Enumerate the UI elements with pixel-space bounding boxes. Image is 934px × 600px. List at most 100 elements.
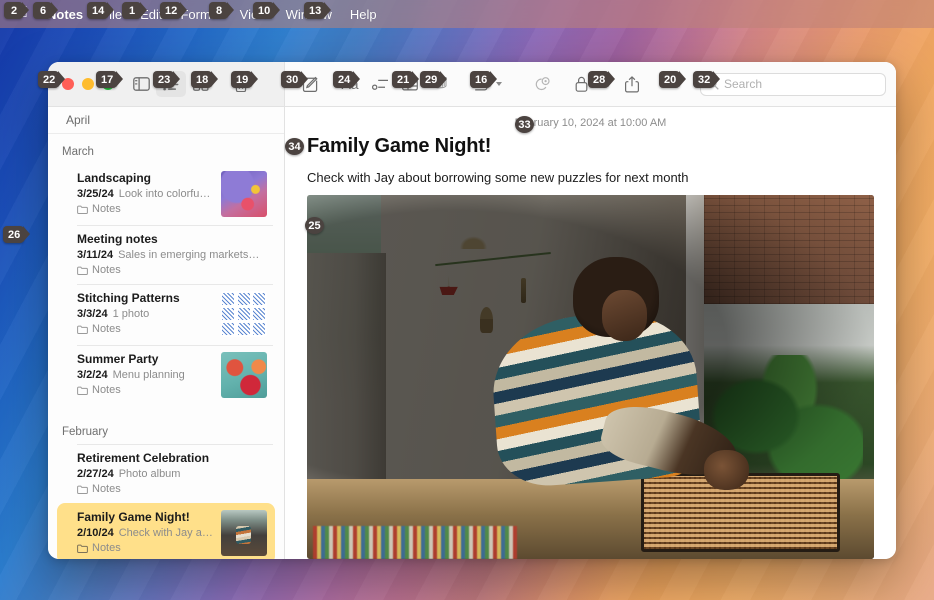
list-item[interactable]: Retirement Celebration 2/27/24 Photo albu… <box>57 444 275 503</box>
collaborate-button[interactable] <box>526 71 556 97</box>
badge-zoom-button: 17 <box>96 71 124 88</box>
note-folder-label: Notes <box>92 264 121 276</box>
note-title: Retirement Celebration <box>77 451 210 465</box>
note-folder: Notes <box>77 542 213 554</box>
note-text: Landscaping 3/25/24 Look into colorfu… No… <box>77 171 213 215</box>
badge-collaborate: 28 <box>588 71 616 88</box>
note-text: Retirement Celebration 2/27/24 Photo albu… <box>77 451 267 495</box>
note-folder: Notes <box>77 264 267 276</box>
note-meta: 3/3/24 1 photo <box>77 308 213 320</box>
share-note-button[interactable] <box>617 71 647 97</box>
note-date: 3/11/24 <box>77 249 114 261</box>
notes-window: Aa <box>48 62 896 559</box>
badge-note-date: 33 <box>515 116 534 133</box>
note-text: Summer Party 3/2/24 Menu planning Notes <box>77 352 213 396</box>
badge-window-region: 26 <box>3 226 31 243</box>
folder-icon <box>77 386 88 395</box>
note-meta: 3/25/24 Look into colorfu… <box>77 188 213 200</box>
note-text: Family Game Night! 2/10/24 Check with Jay… <box>77 510 213 554</box>
badge-menu-view: 8 <box>209 2 234 19</box>
note-preview: Menu planning <box>112 369 185 381</box>
badge-gallery-view: 18 <box>191 71 219 88</box>
folder-icon <box>77 544 88 553</box>
badge-delete: 19 <box>231 71 259 88</box>
menu-item-help[interactable]: Help <box>341 5 386 24</box>
note-meta: 2/27/24 Photo album <box>77 468 267 480</box>
badge-menu-notes: 6 <box>33 2 58 19</box>
list-item-selected[interactable]: Family Game Night! 2/10/24 Check with Jay… <box>57 503 275 559</box>
badge-format: 24 <box>333 71 361 88</box>
note-timestamp: February 10, 2024 at 10:00 AM <box>514 117 667 129</box>
badge-lock: 20 <box>659 71 687 88</box>
note-folder: Notes <box>77 203 213 215</box>
badge-table: 29 <box>420 71 448 88</box>
list-item[interactable]: Stitching Patterns 3/3/24 1 photo Notes <box>57 284 275 345</box>
note-thumbnail <box>221 510 267 556</box>
badge-note-title: 34 <box>285 138 304 155</box>
note-folder: Notes <box>77 384 213 396</box>
group-label-march: March <box>62 146 94 158</box>
folder-icon <box>77 205 88 214</box>
note-date: 3/3/24 <box>77 308 108 320</box>
note-editor[interactable]: February 10, 2024 at 10:00 AM Family Gam… <box>285 107 896 559</box>
badge-list-view: 23 <box>153 71 181 88</box>
note-preview: Sales in emerging markets… <box>118 249 260 261</box>
note-folder: Notes <box>77 323 213 335</box>
badge-menu-edit: 1 <box>122 2 147 19</box>
note-folder-label: Notes <box>92 203 121 215</box>
note-photo[interactable] <box>307 195 874 559</box>
badge-note-photo: 25 <box>305 217 324 234</box>
sidebar-toggle-button[interactable] <box>126 71 156 97</box>
note-thumbnail <box>221 291 267 337</box>
note-title: Meeting notes <box>77 232 158 246</box>
note-date: 3/25/24 <box>77 188 114 200</box>
desktop:  Notes File Edit Format View Window Hel… <box>0 0 934 600</box>
note-folder: Notes <box>77 483 267 495</box>
note-meta: 2/10/24 Check with Jay a… <box>77 527 213 539</box>
note-text: Stitching Patterns 3/3/24 1 photo Notes <box>77 291 213 335</box>
note-preview: Check with Jay a… <box>118 527 213 539</box>
note-meta: 3/11/24 Sales in emerging markets… <box>77 249 267 261</box>
search-field[interactable]: Search <box>700 72 886 96</box>
group-label-february: February <box>62 426 109 438</box>
note-text: Meeting notes 3/11/24 Sales in emerging m… <box>77 232 267 276</box>
note-folder-label: Notes <box>92 483 121 495</box>
note-title: Stitching Patterns <box>77 291 180 305</box>
note-preview: Photo album <box>118 468 181 480</box>
minimize-button[interactable] <box>82 78 94 90</box>
checklist-button[interactable] <box>365 71 395 97</box>
badge-markup: 16 <box>470 71 498 88</box>
note-date: 3/2/24 <box>77 369 108 381</box>
badge-traffic-lights: 22 <box>38 71 66 88</box>
note-folder-label: Notes <box>92 384 121 396</box>
list-item[interactable]: Meeting notes 3/11/24 Sales in emerging m… <box>57 225 275 284</box>
note-folder-label: Notes <box>92 542 121 554</box>
note-meta: 3/2/24 Menu planning <box>77 369 213 381</box>
badge-menu-format: 12 <box>160 2 188 19</box>
note-date: 2/27/24 <box>77 468 114 480</box>
folder-icon <box>77 266 88 275</box>
badge-compose: 30 <box>281 71 309 88</box>
pinned-label: April <box>66 113 91 127</box>
badge-menu-help: 13 <box>304 2 332 19</box>
note-body-text[interactable]: Check with Jay about borrowing some new … <box>285 158 896 195</box>
badge-checklist: 21 <box>392 71 420 88</box>
search-placeholder: Search <box>724 77 763 91</box>
notes-list[interactable]: April March Landscaping 3/25/24 Look into… <box>48 107 285 559</box>
list-item[interactable]: Landscaping 3/25/24 Look into colorfu… No… <box>57 164 275 225</box>
pinned-section-header[interactable]: April <box>48 107 284 134</box>
folder-icon <box>77 325 88 334</box>
note-thumbnail <box>221 352 267 398</box>
badge-menu-file: 14 <box>87 2 115 19</box>
note-title: Landscaping <box>77 171 152 185</box>
badge-menu-window: 10 <box>253 2 281 19</box>
note-title: Family Game Night! <box>77 510 190 524</box>
list-item[interactable]: Summer Party 3/2/24 Menu planning Notes <box>57 345 275 406</box>
note-thumbnail <box>221 171 267 217</box>
note-heading[interactable]: Family Game Night! <box>285 133 896 158</box>
note-title: Summer Party <box>77 352 159 366</box>
note-date: 2/10/24 <box>77 527 114 539</box>
note-folder-label: Notes <box>92 323 121 335</box>
badge-share: 32 <box>693 71 721 88</box>
note-preview: 1 photo <box>112 308 150 320</box>
